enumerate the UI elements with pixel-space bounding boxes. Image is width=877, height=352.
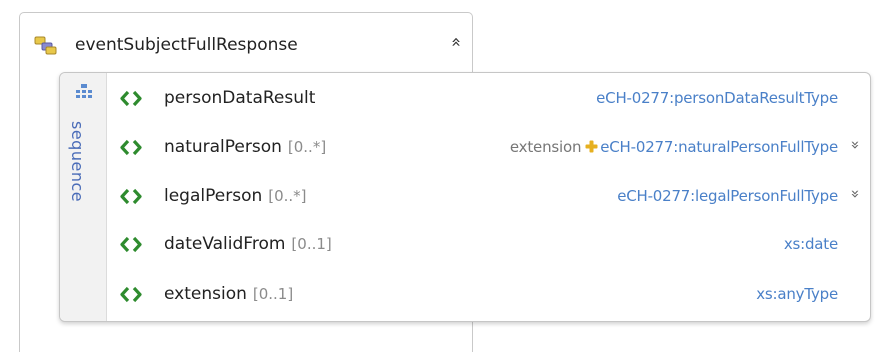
- collapse-button[interactable]: »: [446, 32, 466, 52]
- sequence-label: sequence: [68, 121, 87, 203]
- child-element-row[interactable]: personDataResult eCH-0277:personDataResu…: [106, 79, 870, 119]
- double-chevron-up-icon: »: [446, 36, 466, 48]
- element-title: eventSubjectFullResponse: [75, 35, 298, 55]
- expand-button[interactable]: »: [846, 185, 864, 203]
- element-header[interactable]: eventSubjectFullResponse »: [20, 13, 472, 65]
- sequence-sidebar[interactable]: sequence: [60, 73, 107, 321]
- multiplicity: [0..*]: [287, 138, 327, 156]
- element-name: extension [0..1]: [164, 284, 293, 304]
- double-chevron-down-icon: »: [846, 189, 865, 199]
- type-name: eCH-0277:naturalPersonFullType: [600, 138, 838, 156]
- element-type[interactable]: xs:date: [784, 235, 838, 253]
- child-element-row[interactable]: naturalPerson [0..*] extension eCH-0277:na…: [106, 128, 870, 168]
- element-type[interactable]: xs:anyType: [756, 285, 838, 303]
- element-type[interactable]: eCH-0277:legalPersonFullType: [617, 187, 838, 205]
- double-chevron-down-icon: »: [846, 140, 865, 150]
- child-element-row[interactable]: dateValidFrom [0..1] xs:date: [106, 225, 870, 265]
- child-element-row[interactable]: legalPerson [0..*] eCH-0277:legalPersonFu…: [106, 177, 870, 217]
- element-icon: [120, 139, 142, 156]
- element-name: dateValidFrom [0..1]: [164, 234, 332, 254]
- element-icon: [120, 286, 142, 303]
- element-type[interactable]: extension eCH-0277:naturalPersonFullType: [510, 138, 838, 156]
- sequence-panel: sequence personDataResult eCH-0277:perso…: [59, 72, 871, 322]
- element-name: naturalPerson [0..*]: [164, 137, 326, 157]
- derivation-label: extension: [509, 138, 582, 156]
- element-name-text: dateValidFrom: [164, 234, 286, 254]
- element-type[interactable]: eCH-0277:personDataResultType: [596, 89, 838, 107]
- element-name-text: personDataResult: [164, 88, 316, 108]
- element-icon: [120, 188, 142, 205]
- multiplicity: [0..1]: [291, 235, 332, 253]
- element-name-text: extension: [164, 284, 247, 304]
- expand-button[interactable]: »: [846, 136, 864, 154]
- element-icon: [120, 90, 142, 107]
- sequence-icon: [76, 84, 92, 98]
- element-name: personDataResult: [164, 88, 315, 108]
- multiplicity: [0..1]: [252, 285, 294, 303]
- complex-element-icon: [34, 36, 57, 55]
- element-name: legalPerson [0..*]: [164, 186, 307, 206]
- plus-icon: [585, 140, 598, 153]
- element-name-text: naturalPerson: [164, 137, 282, 157]
- child-element-row[interactable]: extension [0..1] xs:anyType: [106, 275, 870, 315]
- element-name-text: legalPerson: [164, 186, 263, 206]
- element-icon: [120, 236, 142, 253]
- multiplicity: [0..*]: [268, 187, 307, 205]
